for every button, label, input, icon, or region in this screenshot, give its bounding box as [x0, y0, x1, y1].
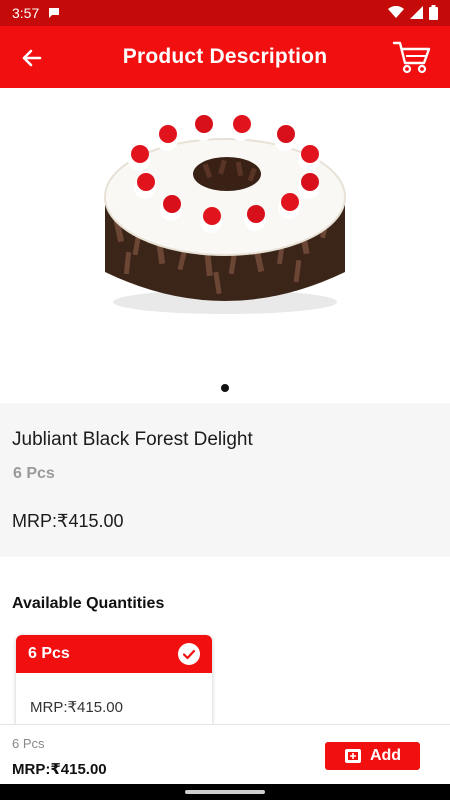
product-info: Jubliant Black Forest Delight 6 Pcs MRP:… — [0, 403, 450, 557]
status-bar: 3:57 — [0, 0, 450, 26]
add-button-label: Add — [369, 747, 402, 764]
add-button[interactable]: Add — [325, 742, 420, 770]
product-price: MRP:₹415.00 — [12, 511, 124, 531]
message-notification-icon — [47, 6, 61, 25]
carousel-indicator-dot[interactable] — [221, 384, 229, 392]
quantity-option-label: 6 Pcs — [28, 645, 70, 662]
check-icon — [178, 643, 200, 665]
wifi-icon — [388, 6, 404, 18]
quantity-option-header: 6 Pcs — [16, 635, 212, 673]
status-time: 3:57 — [12, 5, 40, 21]
add-to-cart-icon — [344, 749, 361, 763]
bottom-price: MRP:₹415.00 — [12, 761, 107, 778]
page-title: Product Description — [122, 45, 328, 68]
product-name: Jubliant Black Forest Delight — [12, 429, 253, 450]
system-navigation-bar — [0, 784, 450, 800]
home-gesture-pill[interactable] — [185, 790, 265, 794]
quantity-option-price: MRP:₹415.00 — [30, 699, 123, 716]
status-icons — [388, 5, 438, 20]
available-quantities-title: Available Quantities — [12, 595, 165, 612]
signal-icon — [410, 6, 423, 19]
cart-button[interactable] — [392, 39, 432, 75]
product-image — [104, 115, 346, 314]
app-bar: Product Description — [0, 26, 450, 88]
bottom-bar: 6 Pcs MRP:₹415.00 Add — [0, 724, 450, 784]
cart-icon — [392, 41, 431, 74]
bottom-pcs: 6 Pcs — [12, 736, 45, 751]
battery-icon — [429, 5, 438, 20]
product-image-carousel[interactable] — [0, 88, 450, 402]
product-pcs: 6 Pcs — [13, 465, 55, 482]
